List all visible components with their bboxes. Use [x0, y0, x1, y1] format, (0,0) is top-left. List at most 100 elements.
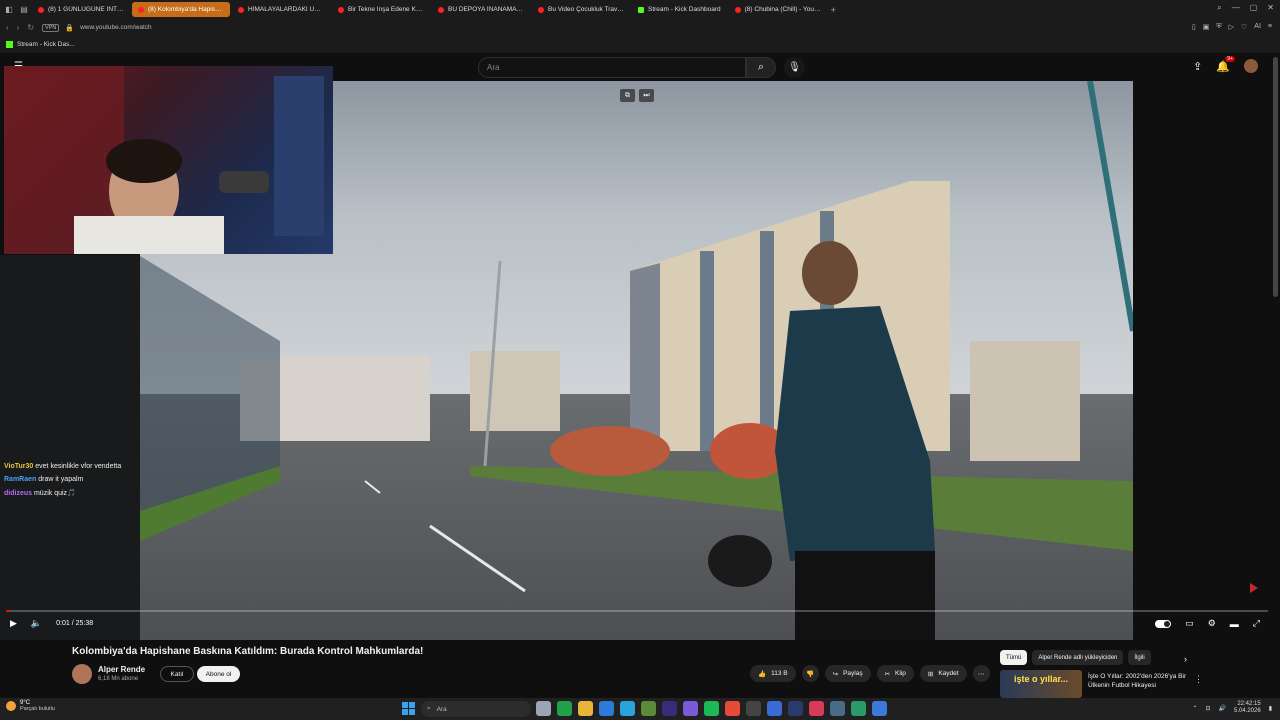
clip-button[interactable]: ✂ Klip [876, 665, 914, 682]
forward-icon[interactable]: › [17, 23, 20, 32]
scrollbar[interactable] [1273, 57, 1278, 297]
subscribe-button[interactable]: Abone ol [197, 666, 240, 682]
speaker-icon[interactable]: 🔊 [1219, 705, 1226, 712]
mail-icon[interactable] [599, 701, 614, 716]
chevron-right-icon[interactable]: › [1184, 654, 1187, 664]
chat-username[interactable]: RamRaen [4, 476, 36, 483]
autoplay-toggle[interactable] [1155, 619, 1172, 628]
bookmark-icon[interactable]: ▯ [1192, 23, 1196, 31]
volume-icon[interactable]: 🔈 [31, 618, 42, 629]
url-field[interactable]: www.youtube.com/watch [80, 24, 152, 31]
notification-icon[interactable]: ▮ [1269, 705, 1272, 712]
maximize-icon[interactable]: ▢ [1250, 3, 1258, 13]
edge-icon[interactable] [620, 701, 635, 716]
shield-icon[interactable]: ⛨ [1216, 23, 1221, 31]
save-button[interactable]: ⊞ Kaydet [919, 665, 967, 682]
browser-tab[interactable]: HİMALAYALARDAKİ UÇAK [232, 2, 330, 17]
more-vert-icon[interactable]: ⋮ [1194, 674, 1203, 685]
browser-tab[interactable]: Bir Tekne İnşa Edene Kadar [332, 2, 430, 17]
spotify-icon[interactable] [704, 701, 719, 716]
weather-widget[interactable]: 9°C Parçalı bulutlu [6, 700, 55, 712]
clock[interactable]: 22:42:15 5.04.2026 [1234, 701, 1261, 715]
discord-icon[interactable] [683, 701, 698, 716]
player-icon[interactable]: ▷ [1229, 23, 1234, 31]
premiere-icon[interactable] [662, 701, 677, 716]
dislike-button[interactable]: 👎 [801, 665, 819, 682]
bookmarks-bar: Stream - Kick Das... [0, 36, 1280, 53]
heart-icon[interactable]: ♡ [1241, 23, 1247, 31]
start-icon[interactable] [402, 702, 415, 715]
channel-avatar[interactable] [72, 664, 92, 684]
ai-button[interactable]: AI [1254, 23, 1261, 31]
like-button[interactable]: 👍 113 B [750, 665, 796, 682]
chrome-icon[interactable] [725, 701, 740, 716]
tab-label: (8) Kolombiya'da Hapishane [148, 6, 224, 13]
camera [708, 535, 772, 587]
browser-tab[interactable]: (8) Kolombiya'da Hapishane [132, 2, 230, 17]
menu-icon[interactable]: ≡ [1268, 23, 1272, 31]
skip-icon[interactable]: ⏭ [639, 89, 654, 102]
tab-list-icon[interactable]: ▤ [18, 4, 30, 16]
back-icon[interactable]: ‹ [6, 23, 9, 32]
browser-tab[interactable]: Stream - Kick Dashboard [632, 2, 727, 17]
bookmark-item[interactable]: Stream - Kick Das... [17, 41, 75, 48]
xbox-icon[interactable] [557, 701, 572, 716]
search-icon[interactable]: ⌕ [746, 57, 776, 78]
vpn-badge[interactable]: VPN [42, 23, 60, 32]
lock-icon[interactable]: 🔒 [65, 24, 74, 32]
mic-icon[interactable]: 🎙 [784, 57, 805, 78]
photos-icon[interactable] [767, 701, 782, 716]
theater-icon[interactable]: ▬ [1230, 619, 1239, 629]
progress-bar[interactable] [6, 610, 1268, 612]
chip-related[interactable]: İlgili [1128, 650, 1151, 665]
opera-icon[interactable] [809, 701, 824, 716]
vpn-app-icon[interactable] [830, 701, 845, 716]
sidebar-toggle-icon[interactable]: ◧ [3, 4, 15, 16]
steam-icon[interactable] [872, 701, 887, 716]
tab-strip: (8) 1 GÜNLÜĞÜNE İNTERN (8) Kolombiya'da H… [30, 2, 827, 17]
browser-tab[interactable]: (8) Chubina (Chill) - YouTube [729, 2, 827, 17]
browser-tab[interactable]: BU DEPOYA İNANAMAYACAKSINIZ [432, 2, 530, 17]
settings-icon[interactable]: ⚙ [1208, 618, 1216, 629]
channel-name[interactable]: Alper Rende [98, 665, 145, 674]
search-input[interactable]: Ara [478, 57, 746, 78]
browser-tab[interactable]: Bu Video Çocukluk Travması [532, 2, 630, 17]
chip-uploader[interactable]: Alper Rende adlı yükleyiciden [1032, 650, 1124, 665]
explorer-icon[interactable] [578, 701, 593, 716]
more-button[interactable]: ⋯ [972, 665, 990, 682]
create-icon[interactable]: ⇪ [1193, 60, 1202, 73]
store-icon[interactable] [641, 701, 656, 716]
reload-icon[interactable]: ↻ [27, 23, 34, 32]
app-icon[interactable] [851, 701, 866, 716]
subtitles-icon[interactable]: ▭ [1185, 618, 1194, 629]
recommendation-title[interactable]: İşte O Yıllar: 2002'den 2026'ya Bir Ülke… [1088, 672, 1188, 690]
chat-username[interactable]: didizeus [4, 490, 32, 497]
app-icon[interactable] [788, 701, 803, 716]
bell-icon[interactable]: 🔔 9+ [1216, 55, 1235, 73]
building-mid [470, 351, 560, 431]
taskbar-search[interactable]: ⌕ Ara [421, 701, 531, 717]
youtube-icon [538, 6, 544, 13]
building-stripe [700, 251, 714, 451]
play-icon[interactable]: ▶ [10, 618, 17, 629]
network-icon[interactable]: ⊡ [1205, 705, 1210, 712]
browser-tab[interactable]: (8) 1 GÜNLÜĞÜNE İNTERN [32, 2, 130, 17]
join-button[interactable]: Katıl [160, 666, 194, 682]
chat-username[interactable]: VioTur30 [4, 463, 33, 470]
miniplayer-icon[interactable]: ⧉ [620, 89, 635, 102]
search-tabs-icon[interactable]: ⌕ [1217, 3, 1221, 13]
terminal-icon[interactable] [746, 701, 761, 716]
minimize-icon[interactable]: — [1232, 3, 1240, 13]
chevron-up-icon[interactable]: ⌃ [1192, 705, 1197, 712]
recommendation-thumbnail[interactable]: işte o yıllar... [1000, 670, 1082, 698]
like-count: 113 B [771, 670, 788, 677]
share-button[interactable]: ↪ Paylaş [824, 665, 871, 682]
new-tab-button[interactable]: + [831, 5, 836, 15]
widgets-icon[interactable] [536, 701, 551, 716]
close-window-icon[interactable]: ✕ [1267, 3, 1274, 13]
snapshot-icon[interactable]: ▣ [1203, 23, 1210, 31]
avatar[interactable] [1244, 59, 1258, 73]
fullscreen-icon[interactable]: ⤢ [1253, 618, 1260, 629]
chip-all[interactable]: Tümü [1000, 650, 1028, 665]
action-row: 👍 113 B 👎 ↪ Paylaş ✂ Klip ⊞ Kaydet ⋯ [750, 665, 990, 682]
